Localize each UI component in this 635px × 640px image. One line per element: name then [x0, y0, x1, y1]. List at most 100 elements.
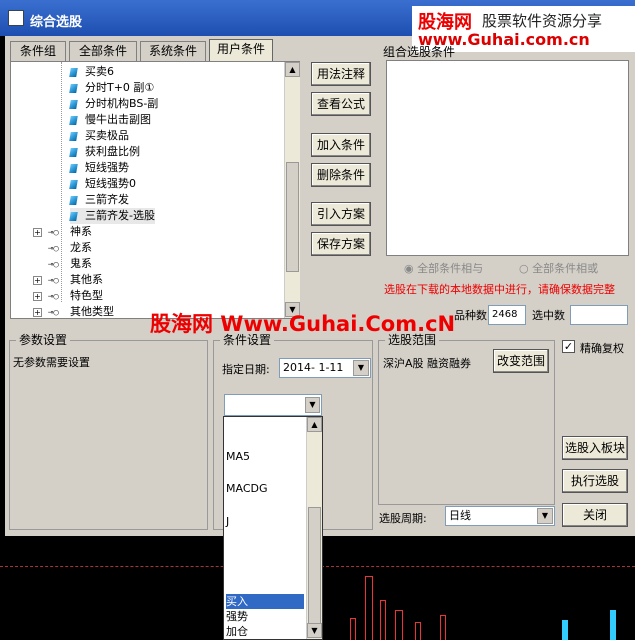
tree-item-condition[interactable]: 买卖6: [69, 64, 114, 80]
total-count-value: 2468: [488, 305, 526, 325]
key-icon: ⊸○: [48, 260, 59, 270]
tree-item-label: 获利盘比例: [85, 145, 140, 158]
total-count-label: 品种数: [454, 309, 487, 322]
dropdown-item[interactable]: J: [226, 514, 229, 529]
tree-item-condition[interactable]: 买卖极品: [69, 128, 129, 144]
add-condition-button[interactable]: 加入条件: [311, 133, 371, 157]
tree-item-condition[interactable]: 分时T+0 副①: [69, 80, 155, 96]
radio-on-icon: ◉: [404, 262, 414, 275]
expand-icon[interactable]: +: [33, 275, 42, 285]
chart-bar: [415, 622, 421, 640]
tree-group-label: 其他类型: [70, 305, 114, 318]
change-range-button[interactable]: 改变范围: [493, 349, 549, 373]
execute-button[interactable]: 执行选股: [562, 469, 628, 493]
radio-all-and-label: 全部条件相与: [417, 262, 484, 275]
selected-count-label: 选中数: [532, 309, 565, 322]
formula-icon: [69, 195, 78, 205]
tab-user-conditions[interactable]: 用户条件: [209, 39, 273, 61]
dropdown-scroll-down-icon[interactable]: ▼: [307, 623, 322, 638]
expand-icon[interactable]: +: [33, 307, 42, 317]
tree-group-label: 其他系: [70, 273, 103, 286]
period-label: 选股周期:: [379, 512, 427, 525]
delete-condition-button[interactable]: 删除条件: [311, 163, 371, 187]
chart-bar: [440, 615, 446, 640]
tree-item-label: 三箭齐发: [85, 193, 129, 206]
tree-scrollbar[interactable]: ▲ ▼: [284, 62, 300, 318]
tree-group[interactable]: + ⊸○ 其他类型: [33, 304, 114, 320]
import-scheme-button[interactable]: 引入方案: [311, 202, 371, 226]
selected-count-value: [570, 305, 628, 325]
chevron-down-icon[interactable]: ▼: [305, 397, 320, 413]
tree-item-label: 短线强势: [85, 161, 129, 174]
dropdown-item-selected[interactable]: 买入: [226, 594, 304, 609]
condition-select[interactable]: ▼: [224, 394, 322, 416]
radio-off-icon: ○: [519, 262, 529, 275]
formula-icon: [69, 115, 78, 125]
precise-checkbox[interactable]: ✓: [562, 340, 575, 353]
tree-group[interactable]: ⊸○ 鬼系: [33, 256, 92, 272]
dropdown-item[interactable]: 加仓: [226, 624, 248, 639]
date-value: 2014- 1-11: [283, 361, 344, 374]
tree-group[interactable]: + ⊸○ 神系: [33, 224, 92, 240]
tree-group[interactable]: ⊸○ 龙系: [33, 240, 92, 256]
tree-item-label: 分时机构BS-副: [85, 97, 159, 110]
dropdown-scrollbar[interactable]: ▲ ▼: [306, 417, 322, 639]
select-to-block-button[interactable]: 选股入板块: [562, 436, 628, 460]
radio-all-or-label: 全部条件相或: [532, 262, 599, 275]
tree-item-label: 买卖极品: [85, 129, 129, 142]
dropdown-item[interactable]: MA5: [226, 449, 250, 464]
expand-icon[interactable]: +: [33, 291, 42, 301]
save-scheme-button[interactable]: 保存方案: [311, 232, 371, 256]
close-button[interactable]: 关闭: [562, 503, 628, 527]
tree-group[interactable]: + ⊸○ 其他系: [33, 272, 103, 288]
condition-settings-title: 条件设置: [220, 333, 275, 347]
dropdown-item[interactable]: 强势: [226, 609, 248, 624]
tree-group-label: 神系: [70, 225, 92, 238]
chart-bar-cyan: [562, 620, 568, 640]
combo-conditions-list[interactable]: [386, 60, 629, 256]
condition-dropdown-list[interactable]: ▲ ▼ MA5 MACDG J 买入 强势 加仓: [223, 416, 323, 640]
dropdown-scroll-up-icon[interactable]: ▲: [307, 417, 322, 432]
radio-all-or[interactable]: ○ 全部条件相或: [519, 260, 598, 276]
tree-item-condition[interactable]: 短线强势0: [69, 176, 136, 192]
dropdown-scroll-thumb[interactable]: [308, 507, 321, 627]
dropdown-arrow-icon[interactable]: ▼: [353, 360, 369, 376]
tree-item-condition[interactable]: 三箭齐发-选股: [69, 208, 155, 224]
tree-item-label: 买卖6: [85, 65, 114, 78]
tree-item-label: 分时T+0 副①: [85, 81, 155, 94]
radio-all-and[interactable]: ◉ 全部条件相与: [404, 260, 483, 276]
formula-icon: [69, 131, 78, 141]
scroll-thumb[interactable]: [286, 162, 299, 272]
expand-icon[interactable]: [33, 260, 42, 269]
date-picker[interactable]: 2014- 1-11 ▼: [279, 358, 371, 378]
expand-icon[interactable]: +: [33, 227, 42, 237]
tree-group[interactable]: + ⊸○ 特色型: [33, 288, 103, 304]
tree-item-condition[interactable]: 慢牛出击副图: [69, 112, 151, 128]
expand-icon[interactable]: [33, 244, 42, 253]
tab-condition-group[interactable]: 条件组: [10, 41, 66, 61]
usage-notes-button[interactable]: 用法注释: [311, 62, 371, 86]
tree-item-label: 三箭齐发-选股: [85, 209, 155, 222]
app-icon: [8, 10, 24, 26]
tab-system-conditions[interactable]: 系统条件: [140, 41, 206, 61]
chart-bar: [380, 600, 386, 640]
period-select[interactable]: 日线 ▼: [445, 506, 555, 526]
params-text: 无参数需要设置: [13, 356, 90, 369]
chart-bar: [350, 618, 356, 640]
formula-icon: [69, 99, 78, 109]
tree-item-condition[interactable]: 短线强势: [69, 160, 129, 176]
tree-item-label: 慢牛出击副图: [85, 113, 151, 126]
key-icon: ⊸○: [48, 276, 59, 286]
tree-item-condition[interactable]: 获利盘比例: [69, 144, 140, 160]
chart-bar: [365, 576, 373, 640]
scroll-up-icon[interactable]: ▲: [285, 62, 300, 77]
tree-item-condition[interactable]: 三箭齐发: [69, 192, 129, 208]
tree-item-condition[interactable]: 分时机构BS-副: [69, 96, 159, 112]
formula-icon: [69, 163, 78, 173]
tree-group-label: 特色型: [70, 289, 103, 302]
view-formula-button[interactable]: 查看公式: [311, 92, 371, 116]
dropdown-item[interactable]: MACDG: [226, 481, 268, 496]
tab-all-conditions[interactable]: 全部条件: [69, 41, 137, 61]
key-icon: ⊸○: [48, 308, 59, 318]
period-chevron-icon[interactable]: ▼: [537, 508, 553, 524]
